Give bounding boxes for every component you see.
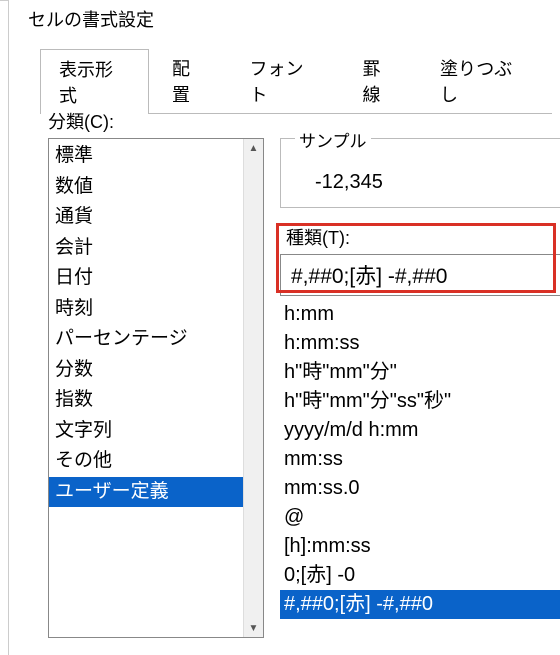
type-item[interactable]: mm:ss.0: [280, 474, 560, 503]
category-item[interactable]: 指数: [49, 385, 243, 416]
tab-fill[interactable]: 塗りつぶし: [421, 48, 548, 113]
tab-font[interactable]: フォント: [231, 48, 340, 113]
category-item[interactable]: その他: [49, 446, 243, 477]
category-items: 標準数値通貨会計日付時刻パーセンテージ分数指数文字列その他ユーザー定義: [49, 139, 243, 637]
category-listbox[interactable]: 標準数値通貨会計日付時刻パーセンテージ分数指数文字列その他ユーザー定義 ▲ ▼: [48, 138, 264, 638]
category-item[interactable]: 標準: [49, 141, 243, 172]
category-item[interactable]: 分数: [49, 355, 243, 386]
type-item[interactable]: 0;[赤] -0: [280, 561, 560, 590]
type-item[interactable]: h"時"mm"分"ss"秒": [280, 387, 560, 416]
tab-border[interactable]: 罫線: [344, 48, 418, 113]
type-item[interactable]: yyyy/m/d h:mm: [280, 416, 560, 445]
tab-alignment[interactable]: 配置: [153, 48, 227, 113]
type-item[interactable]: h:mm: [280, 300, 560, 329]
category-item[interactable]: 会計: [49, 233, 243, 264]
category-item[interactable]: 数値: [49, 172, 243, 203]
category-label: 分類(C):: [48, 108, 114, 134]
type-label: 種類(T):: [280, 224, 560, 250]
tab-bar: 表示形式 配置 フォント 罫線 塗りつぶし: [40, 48, 552, 114]
type-input[interactable]: [280, 254, 560, 296]
category-item[interactable]: 文字列: [49, 416, 243, 447]
type-item[interactable]: mm:ss: [280, 445, 560, 474]
category-item[interactable]: 時刻: [49, 294, 243, 325]
type-item[interactable]: [h]:mm:ss: [280, 532, 560, 561]
scrollbar[interactable]: ▲ ▼: [243, 139, 263, 637]
dialog-title: セルの書式設定: [28, 6, 154, 32]
category-item[interactable]: 日付: [49, 263, 243, 294]
category-item[interactable]: パーセンテージ: [49, 324, 243, 355]
type-item[interactable]: h:mm:ss: [280, 329, 560, 358]
type-item[interactable]: h"時"mm"分": [280, 358, 560, 387]
category-item[interactable]: 通貨: [49, 202, 243, 233]
sample-label: サンプル: [295, 127, 371, 152]
sample-box: サンプル -12,345: [280, 138, 560, 208]
type-listbox[interactable]: h:mmh:mm:ssh"時"mm"分"h"時"mm"分"ss"秒"yyyy/m…: [280, 300, 560, 619]
type-item[interactable]: @: [280, 503, 560, 532]
type-item[interactable]: #,##0;[赤] -#,##0: [280, 590, 560, 619]
category-item[interactable]: ユーザー定義: [49, 477, 243, 508]
scroll-up-icon[interactable]: ▲: [244, 139, 263, 157]
tab-number-format[interactable]: 表示形式: [40, 49, 149, 114]
scroll-down-icon[interactable]: ▼: [244, 619, 263, 637]
sample-value: -12,345: [315, 171, 383, 194]
